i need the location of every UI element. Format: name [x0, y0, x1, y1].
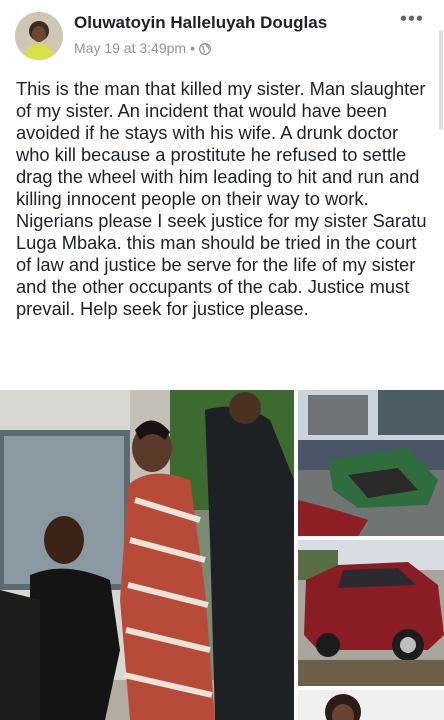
post-meta: May 19 at 3:49pm •	[74, 40, 211, 56]
post-body-text: This is the man that killed my sister. M…	[16, 78, 427, 319]
photo-grid	[0, 390, 444, 720]
author-name[interactable]: Oluwatoyin Halleluyah Douglas	[74, 13, 327, 33]
globe-icon	[199, 42, 211, 55]
scrollbar[interactable]	[439, 30, 443, 130]
photo-main[interactable]	[0, 390, 294, 720]
avatar[interactable]	[15, 12, 63, 60]
meta-separator: •	[190, 40, 195, 56]
post-timestamp[interactable]: May 19 at 3:49pm	[74, 40, 186, 56]
photo-crash-scene[interactable]	[298, 390, 444, 536]
photo-damaged-car[interactable]	[298, 540, 444, 686]
photo-woman-portrait[interactable]	[298, 690, 444, 720]
post-header: Oluwatoyin Halleluyah Douglas May 19 at …	[0, 0, 444, 66]
more-options-button[interactable]: •••	[400, 8, 424, 31]
